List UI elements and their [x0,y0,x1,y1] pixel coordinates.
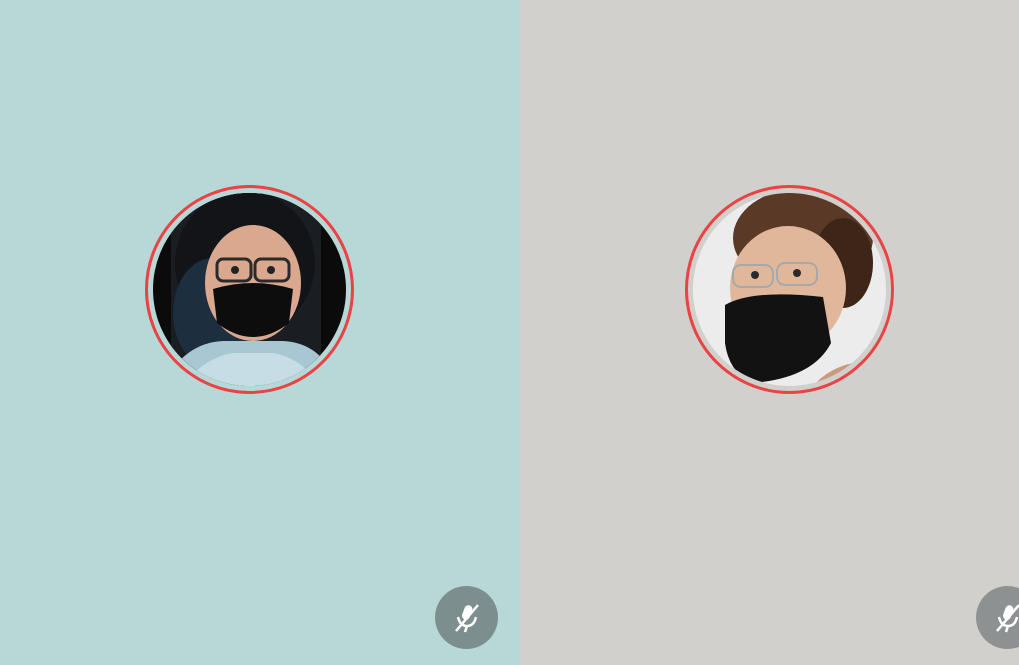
participant-tile [0,0,520,665]
mic-off-icon [991,601,1019,635]
mic-off-icon [450,601,484,635]
speaking-indicator-ring [145,185,354,394]
mute-toggle-button[interactable] [435,586,498,649]
avatar [693,193,886,386]
call-grid [0,0,1019,665]
avatar [153,193,346,386]
speaking-indicator-ring [685,185,894,394]
mute-toggle-button[interactable] [976,586,1019,649]
participant-tile [520,0,1019,665]
